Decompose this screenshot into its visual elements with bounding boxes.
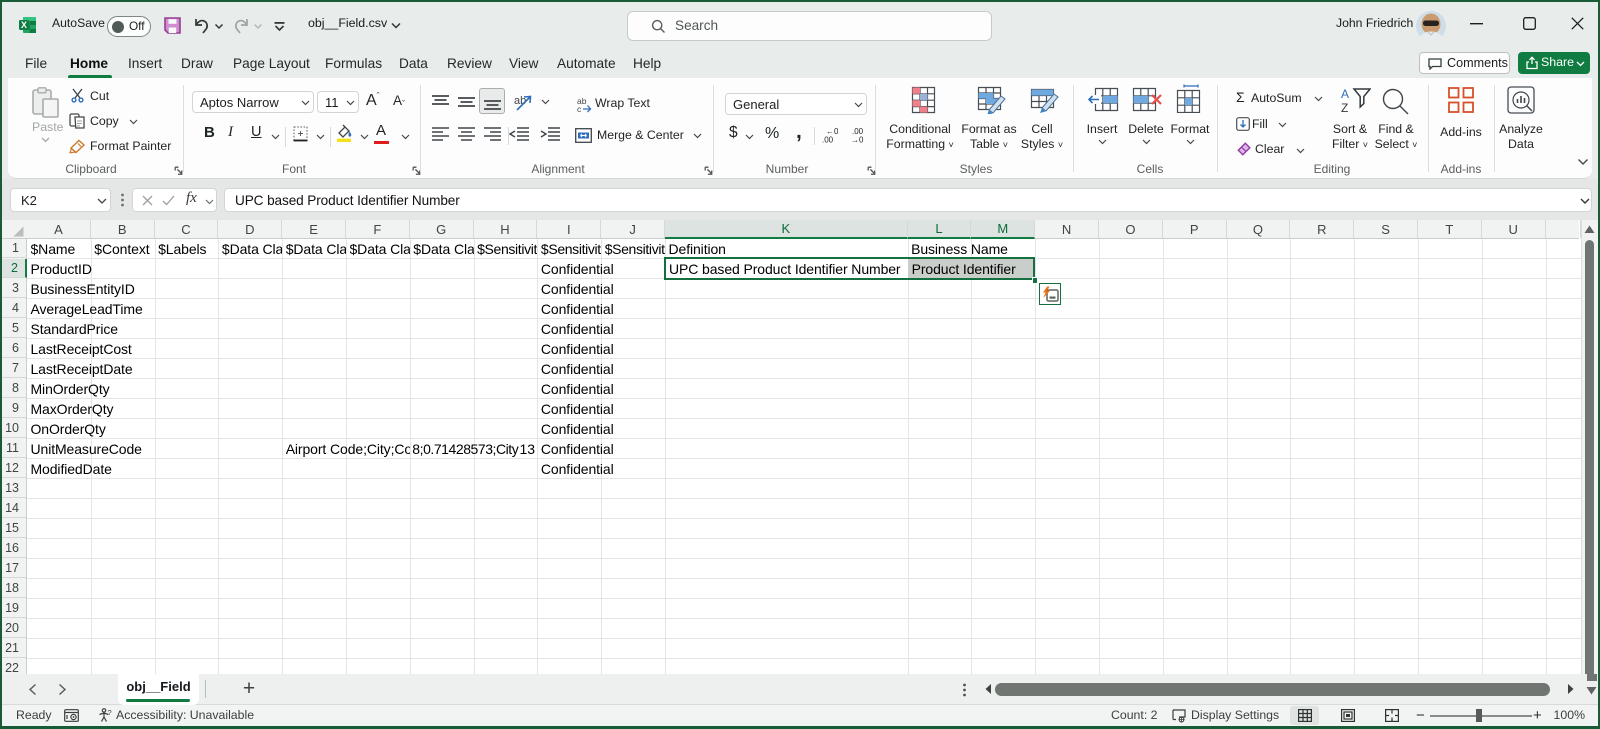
svg-text:X: X (21, 20, 27, 30)
svg-text:Z: Z (1341, 101, 1348, 114)
svg-text:.00: .00 (822, 136, 834, 144)
svg-text:?: ? (108, 708, 112, 717)
svg-text:→0: →0 (851, 136, 864, 144)
svg-text:A: A (1341, 87, 1349, 101)
